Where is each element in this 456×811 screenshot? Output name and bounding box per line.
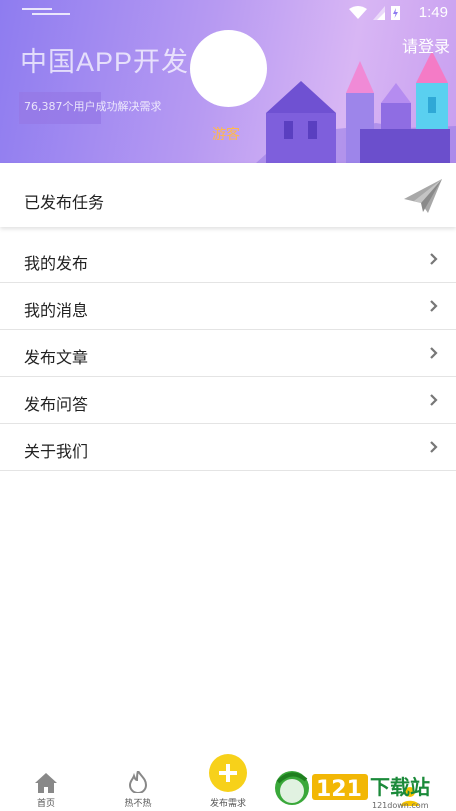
chevron-right-icon [430,441,438,453]
menu-item-label: 发布问答 [24,395,89,414]
status-bar: 1:49 [0,0,456,26]
home-icon [35,773,57,793]
menu-item-about-us[interactable]: 关于我们 [0,424,456,471]
chevron-right-icon [430,300,438,312]
menu-item-post-article[interactable]: 发布文章 [0,330,456,377]
svg-text:下载站: 下载站 [370,775,430,799]
tab-post-request[interactable]: 发布需求 [203,754,253,809]
site-watermark-logo: 121 下载站 121down.com [275,771,430,810]
battery-charging-icon [391,6,400,20]
published-tasks-row[interactable]: 已发布任务 [0,163,456,227]
guest-username: 游客 [212,127,240,143]
banner-subtitle: 76,387个用户成功解决需求 [19,92,162,124]
tab-hot[interactable]: 热不热 [116,771,160,809]
chevron-right-icon [430,394,438,406]
menu-item-post-qa[interactable]: 发布问答 [0,377,456,424]
profile-banner: 1:49 中国APP开发 76,387个用户成功解决需求 请登录 游客 [0,0,456,163]
svg-text:121down.com: 121down.com [372,801,429,810]
tab-hot-label: 热不热 [124,799,152,809]
avatar[interactable] [190,30,267,107]
tab-post-label: 发布需求 [209,799,246,809]
chevron-right-icon [430,347,438,359]
menu-item-label: 我的消息 [24,301,89,320]
tab-home[interactable]: 首页 [26,773,66,809]
status-deco-icon [22,8,70,15]
banner-title: 中国APP开发 [20,47,190,77]
status-time: 1:49 [418,4,448,21]
chevron-right-icon [430,253,438,265]
wifi-icon [349,5,367,19]
menu-item-label: 关于我们 [24,442,89,461]
paper-plane-icon [404,179,442,213]
flame-icon [129,771,147,793]
menu-item-label: 发布文章 [24,348,89,367]
plus-icon [209,754,247,792]
tab-home-label: 首页 [36,799,55,809]
published-tasks-label: 已发布任务 [24,193,105,212]
menu-item-label: 我的发布 [24,254,89,273]
signal-icon [373,5,385,20]
login-link[interactable]: 请登录 [402,33,450,57]
menu-item-my-posts[interactable]: 我的发布 [0,236,456,283]
menu-item-my-messages[interactable]: 我的消息 [0,283,456,330]
svg-text:121: 121 [316,777,362,802]
settings-menu: 我的发布 我的消息 发布文章 发布问答 关于我们 [0,236,456,471]
